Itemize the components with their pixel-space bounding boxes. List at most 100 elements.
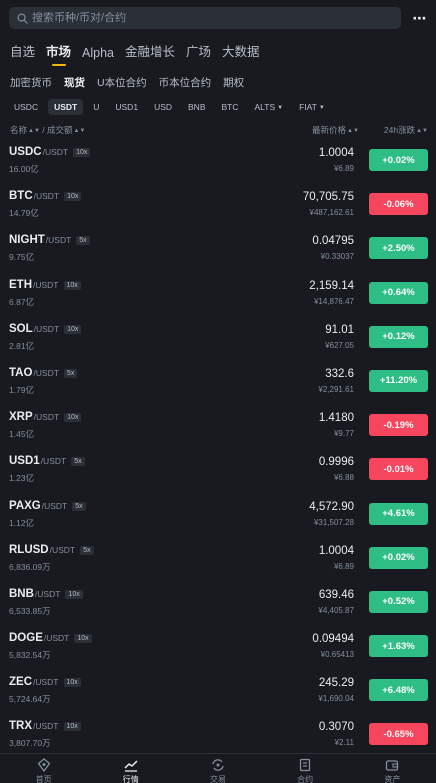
fiat-price: ¥2,291.61	[318, 384, 354, 394]
search-icon	[17, 13, 28, 24]
header-price: 最新价格	[312, 125, 347, 135]
sort-by-change[interactable]: 24h涨跌▲▼	[384, 124, 428, 136]
main-tabs: 自选 市场 Alpha 金融增长 广场 大数据	[10, 41, 260, 66]
market-row[interactable]: SOL/USDT 10x 2.81亿 91.01 ¥627.05 +0.12%	[0, 316, 436, 360]
nav-home[interactable]: 首页	[14, 758, 74, 783]
nav-assets[interactable]: 资产	[362, 758, 422, 783]
volume: 2.81亿	[9, 340, 35, 351]
futures-icon	[300, 758, 311, 772]
chip-u[interactable]: U	[87, 99, 105, 115]
nav-futures[interactable]: 合约	[275, 758, 335, 783]
sort-icon: ▲▼	[28, 127, 40, 134]
base-asset: XRP	[9, 411, 33, 424]
market-row[interactable]: PAXG/USDT 5x 1.12亿 4,572.90 ¥31,507.28 +4…	[0, 493, 436, 537]
volume: 1.45亿	[9, 429, 35, 440]
change-badge[interactable]: +0.02%	[369, 149, 428, 171]
change-badge[interactable]: -0.01%	[369, 458, 428, 481]
market-row[interactable]: USD1/USDT 5x 1.23亿 0.9996 ¥6.88 -0.01%	[0, 448, 436, 492]
sort-icon: ▲▼	[416, 127, 428, 134]
market-row[interactable]: USDC/USDT 10x 16.00亿 1.0004 ¥6.89 +0.02%	[0, 139, 436, 183]
change-badge[interactable]: +0.52%	[369, 590, 428, 613]
market-row[interactable]: ZEC/USDT 10x 5,724.64万 245.29 ¥1,690.04 +…	[0, 669, 436, 713]
leverage-badge: 10x	[64, 324, 82, 334]
change-badge[interactable]: +11.20%	[369, 369, 428, 392]
trade-swap-icon	[212, 759, 224, 771]
header-name: 名称	[10, 125, 28, 135]
tab-square[interactable]: 广场	[186, 41, 211, 66]
change-badge[interactable]: +6.48%	[369, 679, 428, 702]
market-row[interactable]: NIGHT/USDT 5x 9.75亿 0.04795 ¥0.33037 +2.5…	[0, 227, 436, 271]
fiat-price: ¥4,405.87	[318, 605, 354, 615]
nav-trade[interactable]: 交易	[188, 758, 248, 783]
sort-by-name-volume[interactable]: 名称▲▼ / 成交额▲▼	[10, 124, 85, 136]
change-badge[interactable]: +0.02%	[369, 546, 428, 569]
change-badge[interactable]: -0.19%	[369, 414, 428, 437]
base-asset: ETH	[9, 278, 32, 291]
tab-market[interactable]: 市场	[46, 41, 71, 66]
market-row[interactable]: RLUSD/USDT 5x 6,836.09万 1.0004 ¥6.89 +0.0…	[0, 537, 436, 581]
nav-markets[interactable]: 行情	[101, 758, 161, 783]
search-input[interactable]	[32, 12, 372, 24]
pair: TRX/USDT 10x	[9, 720, 81, 732]
subtab-spot[interactable]: 现货	[64, 75, 85, 90]
change-badge[interactable]: -0.65%	[369, 723, 428, 746]
subtab-usdm-futures[interactable]: U本位合约	[97, 75, 147, 90]
quote-asset: /USDT	[43, 633, 70, 644]
market-row[interactable]: XRP/USDT 10x 1.45亿 1.4180 ¥9.77 -0.19%	[0, 404, 436, 448]
chip-bnb[interactable]: BNB	[182, 99, 211, 115]
change-badge[interactable]: +0.64%	[369, 281, 428, 304]
pair: NIGHT/USDT 5x	[9, 234, 90, 246]
chip-alts-dropdown[interactable]: ALTS ▼	[249, 99, 290, 115]
subtab-coinm-futures[interactable]: 币本位合约	[159, 75, 212, 90]
last-price: 0.9996	[318, 456, 354, 469]
markets-chart-icon	[124, 760, 138, 772]
tab-big-data[interactable]: 大数据	[222, 41, 260, 66]
pair: BNB/USDT 10x	[9, 588, 83, 600]
last-price: 0.09494	[312, 633, 354, 646]
sort-icon: ▲▼	[73, 127, 86, 134]
pair: DOGE/USDT 10x	[9, 632, 92, 644]
chip-btc[interactable]: BTC	[216, 99, 245, 115]
quote-asset: /USDT	[42, 147, 69, 157]
fiat-price: ¥9.77	[333, 429, 354, 439]
quote-asset: /USDT	[33, 412, 60, 423]
fiat-price: ¥0.65413	[320, 650, 354, 660]
change-badge[interactable]: +4.61%	[369, 502, 428, 525]
caret-down-icon: ▼	[277, 104, 284, 111]
base-asset: USD1	[9, 455, 40, 468]
last-price: 332.6	[325, 367, 354, 380]
search-box[interactable]	[9, 7, 401, 29]
tab-watchlist[interactable]: 自选	[10, 41, 35, 66]
chip-usd1[interactable]: USD1	[109, 99, 144, 115]
header-sep: /	[39, 125, 47, 135]
change-badge[interactable]: -0.06%	[369, 193, 428, 216]
change-badge[interactable]: +1.63%	[369, 635, 428, 658]
pair: ZEC/USDT 10x	[9, 676, 81, 688]
subtab-crypto[interactable]: 加密货币	[10, 75, 52, 90]
market-row[interactable]: TAO/USDT 5x 1.79亿 332.6 ¥2,291.61 +11.20%	[0, 360, 436, 404]
chip-usd[interactable]: USD	[148, 99, 178, 115]
volume: 9.75亿	[9, 252, 35, 263]
market-row[interactable]: BNB/USDT 10x 6,533.85万 639.46 ¥4,405.87 +…	[0, 581, 436, 625]
volume: 14.79亿	[9, 208, 39, 219]
change-badge[interactable]: +2.50%	[369, 237, 428, 260]
market-row[interactable]: TRX/USDT 10x 3,807.70万 0.3070 ¥2.11 -0.65…	[0, 713, 436, 757]
chip-usdt[interactable]: USDT	[48, 99, 84, 115]
base-asset: PAXG	[9, 499, 41, 512]
tab-alpha[interactable]: Alpha	[82, 46, 114, 66]
sort-by-price[interactable]: 最新价格▲▼	[312, 124, 359, 136]
chip-fiat-dropdown[interactable]: FIAT ▼	[293, 99, 331, 115]
market-row[interactable]: ETH/USDT 10x 6.87亿 2,159.14 ¥14,876.47 +0…	[0, 272, 436, 316]
quote-asset: /USDT	[33, 279, 59, 290]
subtab-options[interactable]: 期权	[223, 75, 244, 90]
market-row[interactable]: DOGE/USDT 10x 5,832.54万 0.09494 ¥0.65413 …	[0, 625, 436, 669]
quote-asset: /USDT	[33, 721, 59, 732]
market-row[interactable]: BTC/USDT 10x 14.79亿 70,705.75 ¥487,162.61…	[0, 183, 436, 227]
quote-asset: /USDT	[33, 677, 59, 688]
tab-growth[interactable]: 金融增长	[125, 41, 175, 66]
nav-label: 合约	[297, 775, 314, 783]
more-dots-icon[interactable]: ⋯	[413, 11, 427, 25]
base-asset: TRX	[9, 720, 32, 733]
chip-usdc[interactable]: USDC	[8, 99, 44, 115]
change-badge[interactable]: +0.12%	[369, 325, 428, 348]
